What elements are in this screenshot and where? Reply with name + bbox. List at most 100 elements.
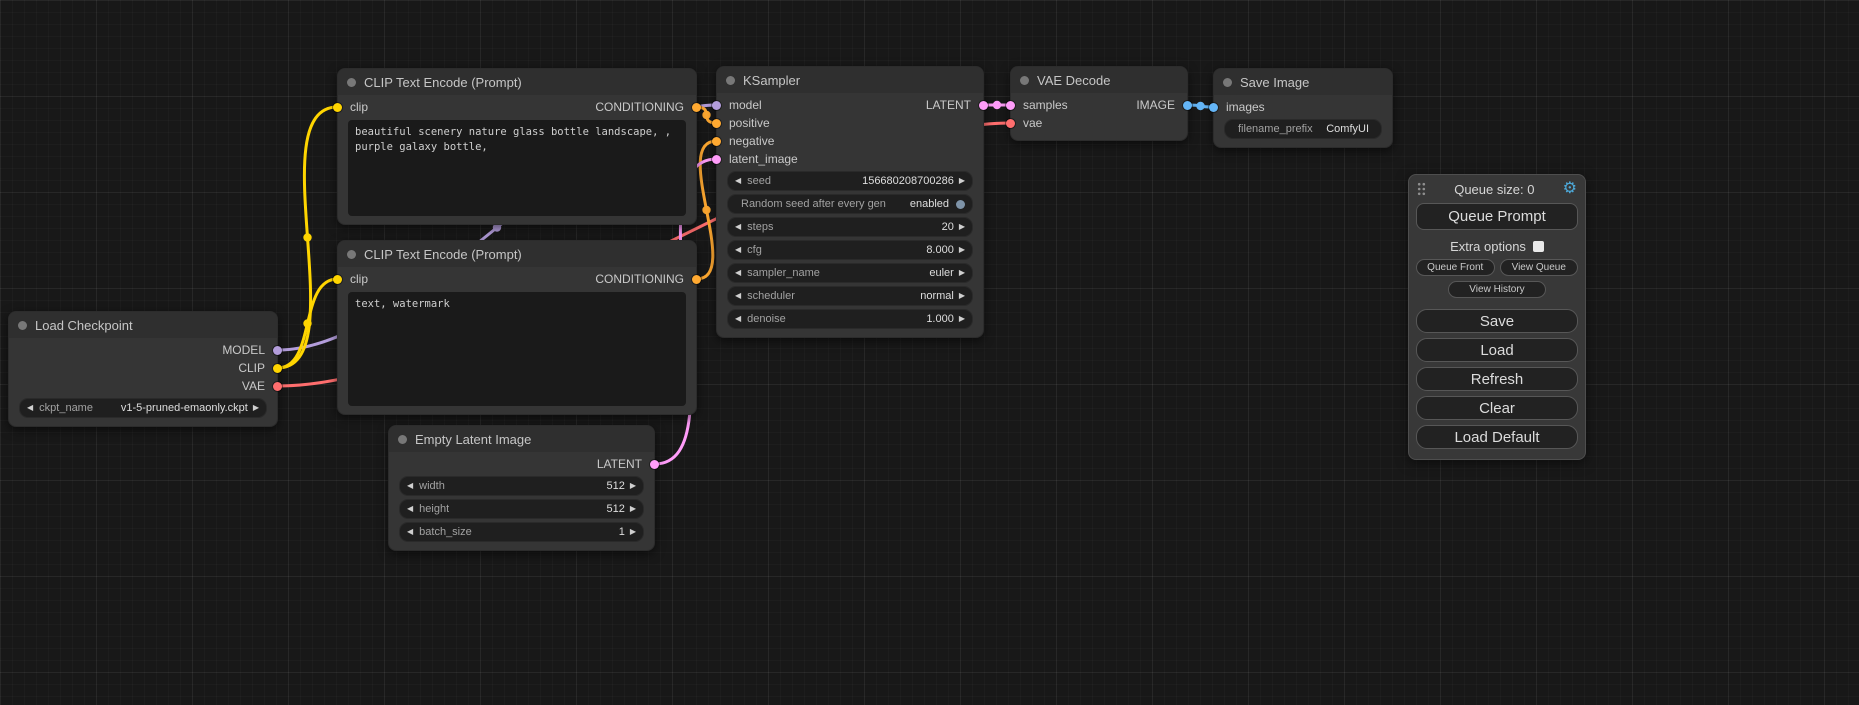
decrement-arrow-icon[interactable] <box>735 223 741 231</box>
node-title-bar[interactable]: Load Checkpoint <box>9 312 277 338</box>
increment-arrow-icon[interactable] <box>959 177 965 185</box>
output-slot-LATENT[interactable]: LATENT <box>850 96 983 114</box>
load-default-button[interactable]: Load Default <box>1416 425 1578 449</box>
decrement-arrow-icon[interactable] <box>407 505 413 513</box>
node-empty-latent-image[interactable]: Empty Latent ImageLATENTwidth512height51… <box>388 425 655 551</box>
input-dot-clip[interactable] <box>333 103 342 112</box>
input-dot-images[interactable] <box>1209 103 1218 112</box>
output-slot-MODEL[interactable]: MODEL <box>143 341 277 359</box>
input-dot-samples[interactable] <box>1006 101 1015 110</box>
output-slot-IMAGE[interactable]: IMAGE <box>1099 96 1187 114</box>
input-dot-model[interactable] <box>712 101 721 110</box>
node-title-bar[interactable]: CLIP Text Encode (Prompt) <box>338 69 696 95</box>
increment-arrow-icon[interactable] <box>959 269 965 277</box>
output-dot-CONDITIONING[interactable] <box>692 275 701 284</box>
node-clip-text-encode-positive[interactable]: CLIP Text Encode (Prompt)clipCONDITIONIN… <box>337 68 697 225</box>
input-dot-clip[interactable] <box>333 275 342 284</box>
load-button[interactable]: Load <box>1416 338 1578 362</box>
input-slot-latent_image[interactable]: latent_image <box>717 150 850 168</box>
input-slot-clip[interactable]: clip <box>338 98 517 116</box>
output-slot-CONDITIONING[interactable]: CONDITIONING <box>517 270 696 288</box>
save-button[interactable]: Save <box>1416 309 1578 333</box>
refresh-button[interactable]: Refresh <box>1416 367 1578 391</box>
widget-sampler_name[interactable]: sampler_nameeuler <box>727 263 973 283</box>
node-vae-decode[interactable]: VAE Decode samplesvaeIMAGE <box>1010 66 1188 141</box>
node-title-bar[interactable]: CLIP Text Encode (Prompt) <box>338 241 696 267</box>
node-graph-canvas[interactable]: Load Checkpoint MODELCLIPVAE ckpt_namev1-5… <box>0 0 1859 705</box>
widget-batch_size[interactable]: batch_size1 <box>399 522 644 542</box>
decrement-arrow-icon[interactable] <box>735 315 741 323</box>
input-slot-samples[interactable]: samples <box>1011 96 1099 114</box>
input-dot-positive[interactable] <box>712 119 721 128</box>
collapse-dot-icon[interactable] <box>726 76 735 85</box>
increment-arrow-icon[interactable] <box>630 482 636 490</box>
output-dot-MODEL[interactable] <box>273 346 282 355</box>
node-title-bar[interactable]: Save Image <box>1214 69 1392 95</box>
view-history-button[interactable]: View History <box>1448 281 1545 298</box>
node-ksampler[interactable]: KSampler modelpositivenegativelatent_imag… <box>716 66 984 338</box>
collapse-dot-icon[interactable] <box>1020 76 1029 85</box>
decrement-arrow-icon[interactable] <box>735 177 741 185</box>
increment-arrow-icon[interactable] <box>959 246 965 254</box>
input-dot-latent_image[interactable] <box>712 155 721 164</box>
node-load-checkpoint[interactable]: Load Checkpoint MODELCLIPVAE ckpt_namev1-5… <box>8 311 278 427</box>
settings-gear-icon[interactable]: ⚙ <box>1563 181 1577 197</box>
extra-options-checkbox[interactable] <box>1533 241 1544 252</box>
decrement-arrow-icon[interactable] <box>735 246 741 254</box>
collapse-dot-icon[interactable] <box>398 435 407 444</box>
decrement-arrow-icon[interactable] <box>735 292 741 300</box>
widget-Random seed after every gen[interactable]: Random seed after every genenabled <box>727 194 973 214</box>
increment-arrow-icon[interactable] <box>959 315 965 323</box>
queue-front-button[interactable]: Queue Front <box>1416 259 1495 276</box>
widget-seed[interactable]: seed156680208700286 <box>727 171 973 191</box>
widget-denoise[interactable]: denoise1.000 <box>727 309 973 329</box>
increment-arrow-icon[interactable] <box>959 292 965 300</box>
input-slot-vae[interactable]: vae <box>1011 114 1099 132</box>
input-slot-model[interactable]: model <box>717 96 850 114</box>
widget-steps[interactable]: steps20 <box>727 217 973 237</box>
collapse-dot-icon[interactable] <box>1223 78 1232 87</box>
decrement-arrow-icon[interactable] <box>27 404 33 412</box>
input-slot-negative[interactable]: negative <box>717 132 850 150</box>
increment-arrow-icon[interactable] <box>253 404 259 412</box>
output-dot-VAE[interactable] <box>273 382 282 391</box>
input-dot-vae[interactable] <box>1006 119 1015 128</box>
increment-arrow-icon[interactable] <box>959 223 965 231</box>
output-dot-LATENT[interactable] <box>979 101 988 110</box>
widget-ckpt_name[interactable]: ckpt_namev1-5-pruned-emaonly.ckpt <box>19 398 267 418</box>
view-queue-button[interactable]: View Queue <box>1500 259 1579 276</box>
increment-arrow-icon[interactable] <box>630 505 636 513</box>
output-dot-IMAGE[interactable] <box>1183 101 1192 110</box>
output-slot-VAE[interactable]: VAE <box>143 377 277 395</box>
node-clip-text-encode-negative[interactable]: CLIP Text Encode (Prompt) clipCONDITIONIN… <box>337 240 697 415</box>
widget-scheduler[interactable]: schedulernormal <box>727 286 973 306</box>
input-slot-positive[interactable]: positive <box>717 114 850 132</box>
input-slot-images[interactable]: images <box>1214 98 1303 116</box>
output-dot-CLIP[interactable] <box>273 364 282 373</box>
input-dot-negative[interactable] <box>712 137 721 146</box>
output-dot-CONDITIONING[interactable] <box>692 103 701 112</box>
prompt-textarea[interactable]: beautiful scenery nature glass bottle la… <box>348 120 686 216</box>
drag-handle-icon[interactable] <box>1417 182 1426 196</box>
widget-cfg[interactable]: cfg8.000 <box>727 240 973 260</box>
collapse-dot-icon[interactable] <box>347 78 356 87</box>
output-slot-CLIP[interactable]: CLIP <box>143 359 277 377</box>
widget-filename_prefix[interactable]: filename_prefixComfyUI <box>1224 119 1382 139</box>
widget-height[interactable]: height512 <box>399 499 644 519</box>
prompt-textarea[interactable]: text, watermark <box>348 292 686 406</box>
queue-prompt-button[interactable]: Queue Prompt <box>1416 203 1578 230</box>
node-title-bar[interactable]: Empty Latent Image <box>389 426 654 452</box>
toggle-knob-icon[interactable] <box>956 200 965 209</box>
decrement-arrow-icon[interactable] <box>407 482 413 490</box>
collapse-dot-icon[interactable] <box>347 250 356 259</box>
node-title-bar[interactable]: VAE Decode <box>1011 67 1187 93</box>
node-save-image[interactable]: Save Image images filename_prefixComfyUI <box>1213 68 1393 148</box>
decrement-arrow-icon[interactable] <box>407 528 413 536</box>
node-title-bar[interactable]: KSampler <box>717 67 983 93</box>
input-slot-clip[interactable]: clip <box>338 270 517 288</box>
collapse-dot-icon[interactable] <box>18 321 27 330</box>
output-dot-LATENT[interactable] <box>650 460 659 469</box>
increment-arrow-icon[interactable] <box>630 528 636 536</box>
clear-button[interactable]: Clear <box>1416 396 1578 420</box>
decrement-arrow-icon[interactable] <box>735 269 741 277</box>
